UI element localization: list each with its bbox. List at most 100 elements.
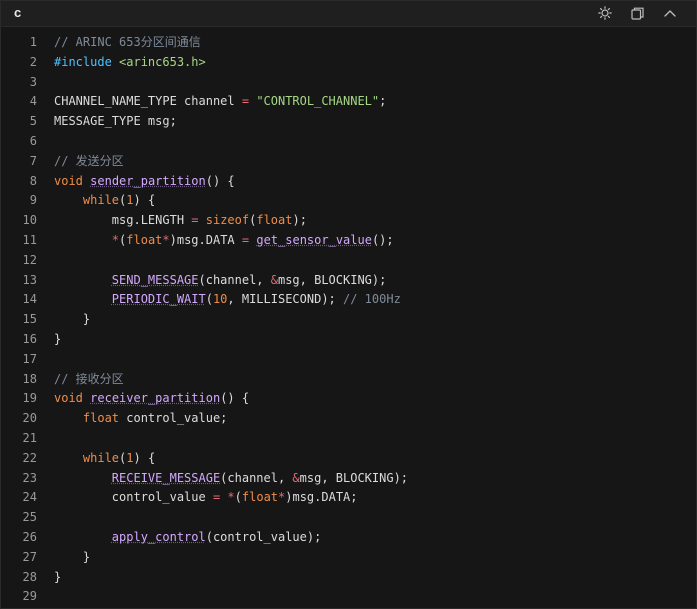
line-number: 17 <box>1 350 37 370</box>
line-number: 15 <box>1 310 37 330</box>
copy-button[interactable] <box>627 4 647 22</box>
code-text: // 接收分区 <box>54 370 124 390</box>
code-text: float control_value; <box>54 409 227 429</box>
line-number: 22 <box>1 449 37 469</box>
code-text: // ARINC 653分区间通信 <box>54 33 201 53</box>
code-token: PERIODIC_WAIT <box>112 292 206 306</box>
line-number: 18 <box>1 370 37 390</box>
code-text: } <box>54 548 90 568</box>
code-token: CHANNEL_NAME_TYPE channel <box>54 94 242 108</box>
code-token: msg.LENGTH <box>54 213 191 227</box>
code-line: 18 // 接收分区 <box>1 370 697 390</box>
code-token: SEND_MESSAGE <box>112 273 199 287</box>
code-token: (channel, <box>199 273 271 287</box>
line-number: 1 <box>1 33 37 53</box>
code-token: ) { <box>134 193 156 207</box>
code-token <box>54 292 112 306</box>
code-line: 29 <box>1 587 697 607</box>
code-token: while <box>83 451 119 465</box>
code-token: 1 <box>126 193 133 207</box>
code-token: while <box>83 193 119 207</box>
code-line: 28} <box>1 568 697 588</box>
code-line: 13 SEND_MESSAGE(channel, &msg, BLOCKING)… <box>1 271 697 291</box>
line-number: 8 <box>1 172 37 192</box>
code-token: * <box>112 233 119 247</box>
line-number: 12 <box>1 251 37 271</box>
code-token: () { <box>220 391 249 405</box>
code-line: 12 <box>1 251 697 271</box>
code-token: (channel, <box>220 471 292 485</box>
code-token: // ARINC 653分区间通信 <box>54 35 201 49</box>
code-line: 26 apply_control(control_value); <box>1 528 697 548</box>
line-number: 5 <box>1 112 37 132</box>
code-token: // 接收分区 <box>54 372 124 386</box>
line-number: 9 <box>1 191 37 211</box>
chevron-up-icon <box>664 9 676 17</box>
code-text: CHANNEL_NAME_TYPE channel = "CONTROL_CHA… <box>54 92 386 112</box>
code-line: 20 float control_value; <box>1 409 697 429</box>
code-text: void sender_partition() { <box>54 172 235 192</box>
code-text: } <box>54 330 61 350</box>
code-text: } <box>54 310 90 330</box>
code-token: = <box>191 213 198 227</box>
line-number: 29 <box>1 587 37 607</box>
code-token: msg, BLOCKING); <box>300 471 408 485</box>
code-token: // 发送分区 <box>54 154 124 168</box>
code-line: 15 } <box>1 310 697 330</box>
code-token: } <box>54 312 90 326</box>
code-text: MESSAGE_TYPE msg; <box>54 112 177 132</box>
code-token: float <box>126 233 162 247</box>
theme-toggle-button[interactable] <box>595 4 615 22</box>
code-token <box>54 273 112 287</box>
code-token: )msg.DATA <box>170 233 242 247</box>
code-token: } <box>54 550 90 564</box>
code-token <box>54 193 83 207</box>
code-token: ( <box>235 490 242 504</box>
code-token: sender_partition <box>90 174 206 188</box>
code-token <box>54 471 112 485</box>
code-area[interactable]: 1 // ARINC 653分区间通信 2 #include <arinc653.h>… <box>1 33 697 607</box>
code-token: "CONTROL_CHANNEL" <box>256 94 379 108</box>
code-text: control_value = *(float*)msg.DATA; <box>54 488 358 508</box>
collapse-button[interactable] <box>660 4 680 22</box>
code-token: } <box>54 332 61 346</box>
code-line: 16} <box>1 330 697 350</box>
code-token: RECEIVE_MESSAGE <box>112 471 220 485</box>
line-number: 27 <box>1 548 37 568</box>
code-token: receiver_partition <box>90 391 220 405</box>
code-token: get_sensor_value <box>256 233 372 247</box>
code-token: ; <box>379 94 386 108</box>
code-text: while(1) { <box>54 191 155 211</box>
code-line: 24 control_value = *(float*)msg.DATA; <box>1 488 697 508</box>
code-token <box>199 213 206 227</box>
code-text: RECEIVE_MESSAGE(channel, &msg, BLOCKING)… <box>54 469 408 489</box>
code-token <box>54 451 83 465</box>
code-block: c 1 // ARINC 653分区间通信 2 #include <arinc6… <box>0 0 697 609</box>
code-token <box>54 530 112 544</box>
code-text: // 发送分区 <box>54 152 124 172</box>
line-number: 16 <box>1 330 37 350</box>
code-token: void <box>54 391 83 405</box>
code-line: 22 while(1) { <box>1 449 697 469</box>
code-token: * <box>227 490 234 504</box>
code-text: apply_control(control_value); <box>54 528 321 548</box>
line-number: 28 <box>1 568 37 588</box>
code-token: apply_control <box>112 530 206 544</box>
language-label: c <box>14 5 21 20</box>
code-line: 7 // 发送分区 <box>1 152 697 172</box>
code-line: 2 #include <arinc653.h> <box>1 53 697 73</box>
code-token: 1 <box>126 451 133 465</box>
code-line: 1 // ARINC 653分区间通信 <box>1 33 697 53</box>
code-token: (control_value); <box>206 530 322 544</box>
code-token: )msg.DATA; <box>285 490 357 504</box>
code-token: & <box>271 273 278 287</box>
code-token: ( <box>206 292 213 306</box>
code-text: while(1) { <box>54 449 155 469</box>
code-token: float <box>83 411 119 425</box>
code-token <box>54 411 83 425</box>
code-token: <arinc653.h> <box>119 55 206 69</box>
line-number: 3 <box>1 73 37 93</box>
copy-icon <box>631 7 644 20</box>
code-token: void <box>54 174 83 188</box>
code-line: 10 msg.LENGTH = sizeof(float); <box>1 211 697 231</box>
